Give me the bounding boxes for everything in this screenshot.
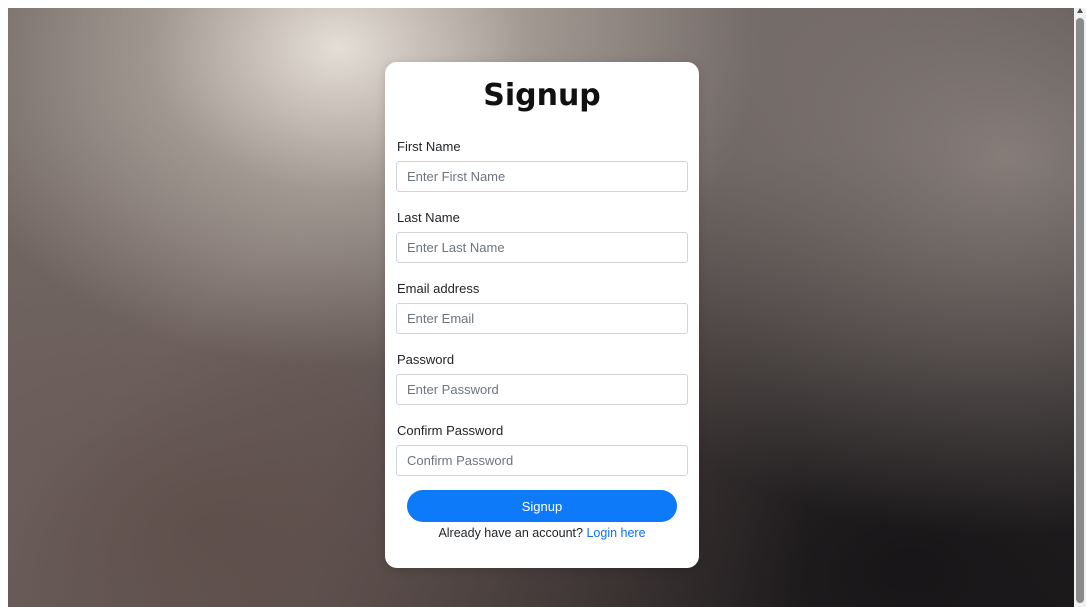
- scroll-up-arrow-icon[interactable]: [1077, 8, 1083, 13]
- email-input[interactable]: [396, 303, 688, 334]
- login-prompt: Already have an account? Login here: [385, 526, 699, 540]
- confirm-password-label: Confirm Password: [397, 423, 504, 438]
- scrollbar-thumb[interactable]: [1076, 18, 1084, 603]
- last-name-input[interactable]: [396, 232, 688, 263]
- signup-button[interactable]: Signup: [407, 490, 677, 522]
- password-input[interactable]: [396, 374, 688, 405]
- login-prompt-text: Already have an account?: [438, 526, 583, 540]
- page-title: Signup: [483, 78, 601, 113]
- login-link[interactable]: Login here: [586, 526, 645, 540]
- first-name-input[interactable]: [396, 161, 688, 192]
- last-name-label: Last Name: [397, 210, 460, 225]
- password-label: Password: [397, 352, 455, 367]
- confirm-password-input[interactable]: [396, 445, 688, 476]
- vertical-scrollbar[interactable]: [1074, 8, 1086, 607]
- email-label: Email address: [397, 281, 480, 296]
- signup-card: Signup First Name Last Name Email addres…: [385, 62, 699, 568]
- first-name-label: First Name: [397, 139, 461, 154]
